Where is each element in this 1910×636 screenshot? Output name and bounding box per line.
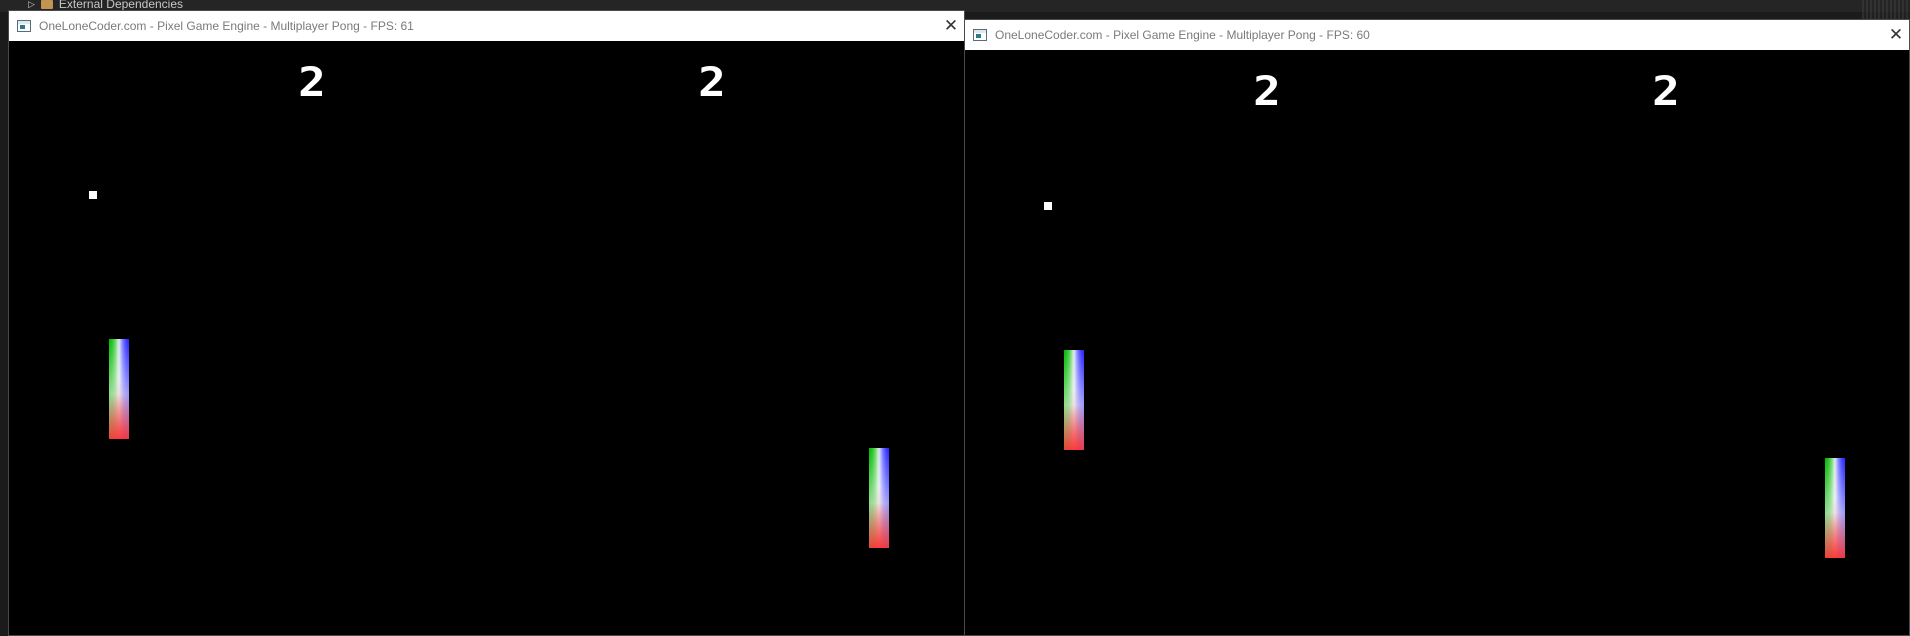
app-window-icon [973, 29, 987, 41]
window-titlebar[interactable]: OneLoneCoder.com - Pixel Game Engine - M… [9, 11, 964, 41]
close-button[interactable]: ✕ [1885, 20, 1907, 50]
paddle-left [1064, 350, 1084, 450]
ball [89, 191, 97, 199]
ball [1044, 202, 1052, 210]
paddle-left [109, 339, 129, 439]
game-window-2[interactable]: OneLoneCoder.com - Pixel Game Engine - M… [964, 19, 1910, 636]
expand-arrow-icon[interactable]: ▷ [28, 0, 35, 10]
desktop: ▷ External Dependencies OneLoneCoder.com… [0, 0, 1910, 636]
game-window-1[interactable]: OneLoneCoder.com - Pixel Game Engine - M… [8, 10, 965, 636]
folder-icon [40, 0, 53, 9]
paddle-right [1825, 458, 1845, 558]
score-right: 2 [698, 60, 726, 106]
window-title: OneLoneCoder.com - Pixel Game Engine - M… [995, 28, 1370, 42]
score-left: 2 [298, 60, 326, 106]
window-title: OneLoneCoder.com - Pixel Game Engine - M… [39, 19, 414, 33]
game-canvas[interactable]: 2 2 [965, 50, 1909, 635]
paddle-right [869, 448, 889, 548]
score-left: 2 [1253, 69, 1281, 115]
window-titlebar[interactable]: OneLoneCoder.com - Pixel Game Engine - M… [965, 20, 1909, 50]
game-canvas[interactable]: 2 2 [9, 41, 964, 635]
close-button[interactable]: ✕ [940, 11, 962, 41]
app-window-icon [17, 20, 31, 32]
score-right: 2 [1652, 69, 1680, 115]
